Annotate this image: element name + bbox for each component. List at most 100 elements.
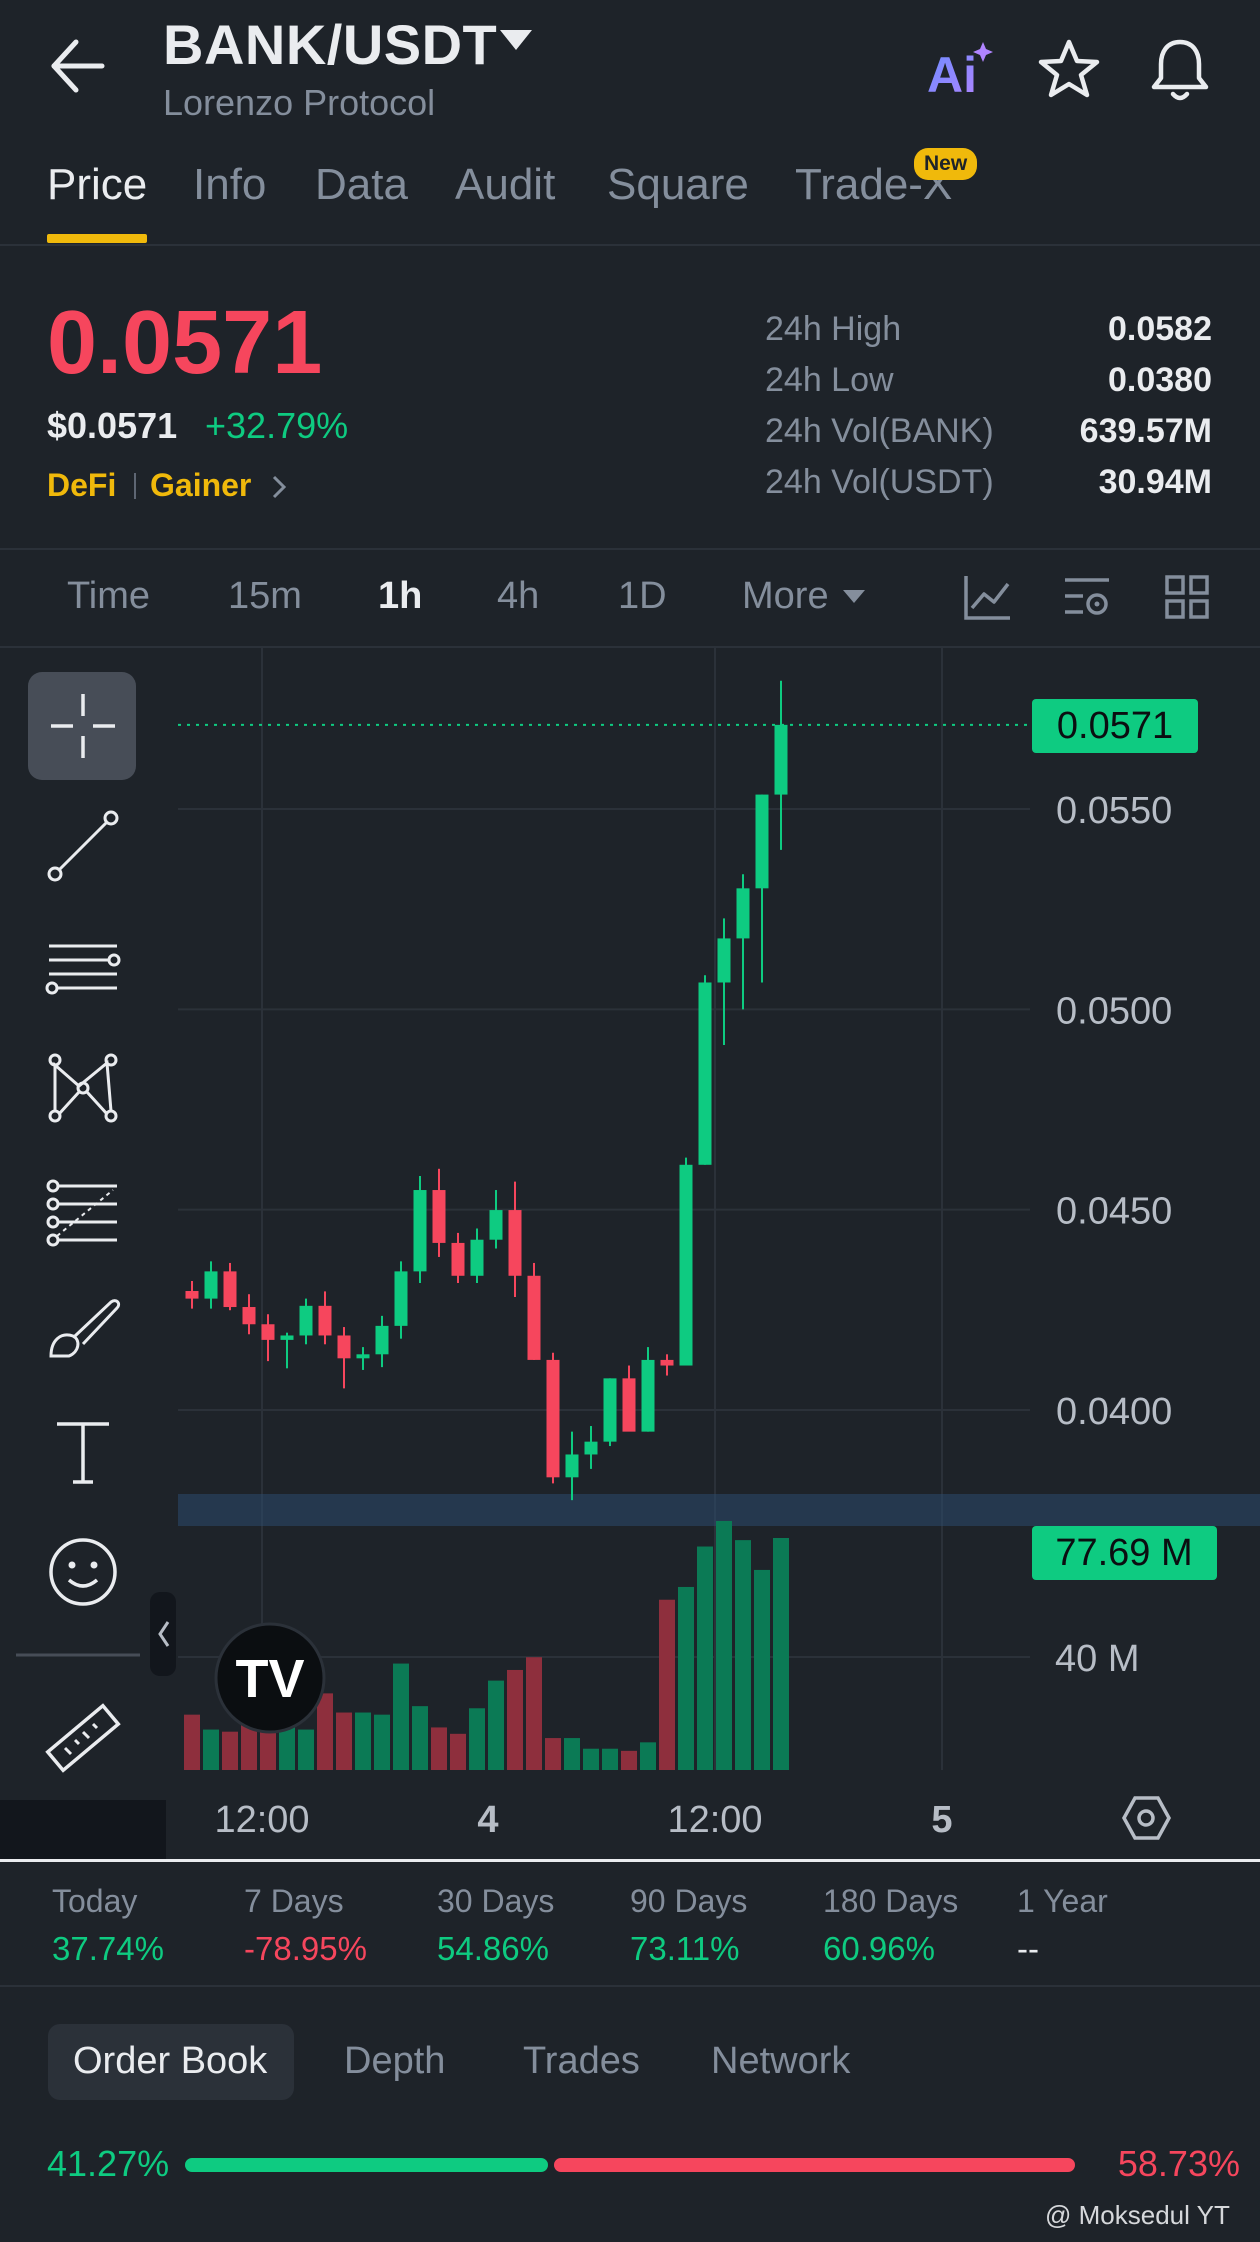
volume-bar bbox=[431, 1727, 447, 1770]
back-button[interactable] bbox=[40, 30, 120, 102]
fibonacci-icon bbox=[46, 1179, 117, 1247]
volume-bar bbox=[545, 1738, 561, 1770]
candle-body bbox=[432, 1190, 446, 1243]
tab-price[interactable]: Price bbox=[47, 160, 147, 210]
volume-bar bbox=[507, 1669, 523, 1770]
horizontal-lines-tool[interactable] bbox=[28, 918, 138, 1018]
volume-bar bbox=[716, 1520, 732, 1770]
chevron-right-icon[interactable] bbox=[270, 474, 288, 505]
period-today: Today 37.74% bbox=[52, 1883, 164, 1968]
bid-ratio: 41.27% bbox=[47, 2143, 170, 2184]
candle-body bbox=[660, 1359, 674, 1366]
tab-network[interactable]: Network bbox=[711, 2040, 850, 2083]
trend-line-tool[interactable] bbox=[28, 796, 138, 896]
back-arrow-icon bbox=[51, 39, 105, 93]
tab-trades[interactable]: Trades bbox=[523, 2040, 640, 2083]
candle-body bbox=[698, 982, 712, 1165]
volume-bar bbox=[203, 1729, 219, 1770]
layout-grid-button[interactable] bbox=[1165, 574, 1209, 625]
indicator-button[interactable] bbox=[962, 572, 1012, 627]
pattern-tool[interactable] bbox=[28, 1038, 138, 1138]
price-change-percent: +32.79% bbox=[205, 405, 349, 446]
chart-settings-button[interactable] bbox=[1063, 574, 1111, 625]
volume-bar bbox=[640, 1742, 656, 1770]
period-value: 73.11% bbox=[630, 1930, 740, 1967]
tag-gainer[interactable]: Gainer bbox=[150, 467, 251, 504]
volume-bar bbox=[735, 1540, 751, 1770]
volume-bar bbox=[412, 1706, 428, 1770]
crosshair-tool[interactable] bbox=[28, 676, 138, 776]
ask-ratio-bar bbox=[554, 2158, 1075, 2172]
candle-body bbox=[755, 794, 769, 889]
project-name: Lorenzo Protocol bbox=[163, 82, 436, 123]
time-tick-label: 4 bbox=[477, 1799, 498, 1841]
ruler-tool[interactable] bbox=[28, 1688, 138, 1788]
tab-square[interactable]: Square bbox=[607, 160, 749, 210]
more-caret-icon[interactable] bbox=[843, 590, 865, 603]
candle-body bbox=[204, 1271, 218, 1299]
interval-more[interactable]: More bbox=[742, 575, 829, 618]
tag-separator bbox=[134, 473, 136, 499]
candle-body bbox=[356, 1354, 370, 1359]
interval-time[interactable]: Time bbox=[67, 575, 150, 618]
emoji-tool[interactable] bbox=[28, 1522, 138, 1622]
period-90d: 90 Days 73.11% bbox=[630, 1883, 747, 1968]
tag-defi[interactable]: DeFi bbox=[47, 467, 116, 504]
candle-body bbox=[622, 1378, 636, 1432]
chart-settings-hex-icon bbox=[1122, 1796, 1171, 1840]
tab-order-book[interactable]: Order Book bbox=[73, 2040, 267, 2083]
alert-button[interactable] bbox=[1145, 34, 1215, 106]
interval-1d[interactable]: 1D bbox=[618, 575, 667, 618]
section-tabs: Price Info Data Audit Square Trade-X bbox=[0, 150, 1260, 246]
volume-bar bbox=[393, 1663, 409, 1770]
tab-data[interactable]: Data bbox=[315, 160, 408, 210]
candle-body bbox=[584, 1441, 598, 1455]
volume-bar bbox=[602, 1748, 618, 1770]
fib-tool[interactable] bbox=[28, 1160, 138, 1260]
volume-bar bbox=[564, 1738, 580, 1770]
smiley-icon bbox=[49, 1538, 117, 1606]
candle-body bbox=[185, 1291, 199, 1299]
tab-depth[interactable]: Depth bbox=[344, 2040, 445, 2083]
text-icon bbox=[57, 1422, 109, 1484]
pair-title[interactable]: BANK/USDT bbox=[163, 12, 497, 77]
stat-value-low: 0.0380 bbox=[1108, 361, 1212, 399]
interval-4h[interactable]: 4h bbox=[497, 575, 539, 618]
candle-body bbox=[375, 1325, 389, 1355]
candle-body bbox=[565, 1454, 579, 1478]
brush-tool[interactable] bbox=[28, 1280, 138, 1380]
volume-bar bbox=[583, 1748, 599, 1770]
tab-info[interactable]: Info bbox=[193, 160, 266, 210]
candle-body bbox=[242, 1307, 256, 1325]
favorite-button[interactable] bbox=[1035, 36, 1103, 104]
stat-label-low: 24h Low bbox=[765, 361, 894, 399]
last-price-tag-label: 0.0571 bbox=[1057, 705, 1173, 747]
stat-value-vol-bank: 639.57M bbox=[1079, 412, 1212, 450]
ai-button[interactable]: Ai bbox=[925, 38, 995, 104]
interval-15m[interactable]: 15m bbox=[228, 575, 302, 618]
candle-body bbox=[508, 1210, 522, 1276]
period-label: 90 Days bbox=[630, 1883, 748, 1919]
pair-dropdown-icon[interactable] bbox=[500, 30, 532, 50]
candle-body bbox=[641, 1359, 655, 1432]
time-axis: 12:00 4 12:00 5 bbox=[214, 1799, 952, 1841]
period-value: -- bbox=[1017, 1930, 1039, 1967]
volume-bar bbox=[526, 1657, 542, 1770]
text-tool[interactable] bbox=[28, 1402, 138, 1502]
volume-bar bbox=[336, 1712, 352, 1770]
horizontal-lines-icon bbox=[45, 944, 121, 995]
candle-body bbox=[527, 1275, 541, 1360]
chart-grid bbox=[178, 648, 1030, 1770]
divider bbox=[0, 548, 1260, 550]
tab-audit[interactable]: Audit bbox=[455, 160, 555, 210]
candle-body bbox=[679, 1164, 693, 1366]
trend-line-icon bbox=[47, 810, 119, 882]
price-chart[interactable]: 0.05500.05000.04500.0400 0.0571 77.69 M … bbox=[0, 648, 1260, 1860]
volume-bar bbox=[222, 1731, 238, 1770]
volume-bar bbox=[621, 1750, 637, 1770]
volume-bar bbox=[469, 1708, 485, 1770]
stat-label-high: 24h High bbox=[765, 310, 902, 348]
interval-1h[interactable]: 1h bbox=[378, 575, 422, 618]
stat-value-vol-usdt: 30.94M bbox=[1098, 463, 1212, 501]
candle-body bbox=[774, 724, 788, 795]
